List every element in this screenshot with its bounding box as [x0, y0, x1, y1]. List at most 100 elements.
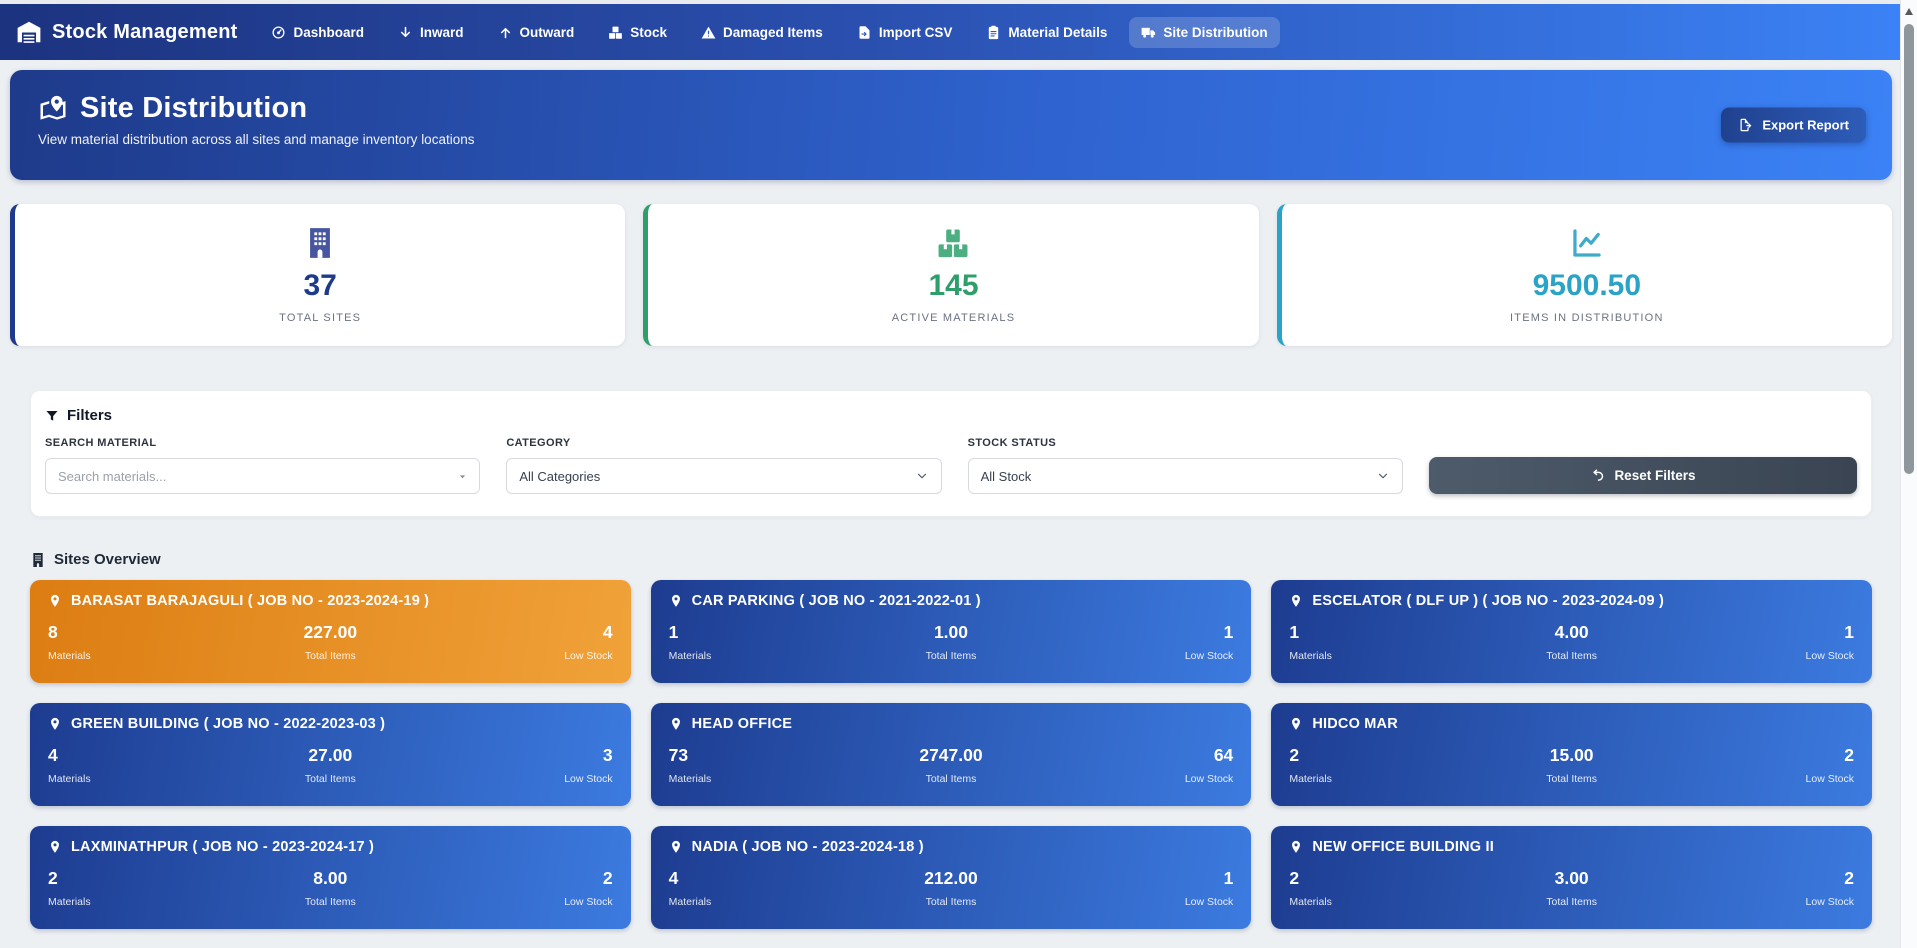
site-stat-label: Total Items: [189, 773, 471, 785]
nav-item-label: Stock: [630, 25, 667, 40]
truck-icon: [1141, 25, 1156, 40]
site-stat-total: 8.00Total Items: [189, 868, 471, 908]
site-card-nadia-job-no-2023-2024-18[interactable]: NADIA ( JOB NO - 2023-2024-18 )4Material…: [651, 826, 1252, 929]
site-stat-low: 64Low Stock: [1092, 745, 1233, 785]
site-stat-label: Materials: [669, 773, 810, 785]
site-title: HEAD OFFICE: [669, 716, 1234, 732]
site-stat-materials: 2Materials: [1289, 745, 1430, 785]
site-card-green-building-job-no-2022-2023-03[interactable]: GREEN BUILDING ( JOB NO - 2022-2023-03 )…: [30, 703, 631, 806]
site-stat-value: 8.00: [189, 868, 471, 889]
site-card-hidco-mar[interactable]: HIDCO MAR2Materials15.00Total Items2Low …: [1271, 703, 1872, 806]
site-stat-materials: 1 Materials: [1289, 622, 1430, 662]
site-stat-label: Materials: [1289, 650, 1430, 662]
stats-row: 37TOTAL SITES145ACTIVE MATERIALS9500.50I…: [10, 204, 1892, 346]
search-material-combobox[interactable]: [45, 458, 480, 494]
nav-item-stock[interactable]: Stock: [596, 17, 679, 48]
location-pin-icon: [48, 594, 62, 608]
site-stat-value: 4: [471, 622, 612, 643]
site-stat-label: Total Items: [810, 896, 1092, 908]
site-stat-low: 1Low Stock: [1092, 868, 1233, 908]
site-stat-value: 3: [471, 745, 612, 766]
site-stat-value: 8: [48, 622, 189, 643]
export-report-button[interactable]: Export Report: [1721, 108, 1866, 143]
location-pin-icon: [669, 594, 683, 608]
site-card-barasat-barajaguli-job-no-2023-2024-19[interactable]: BARASAT BARAJAGULI ( JOB NO - 2023-2024-…: [30, 580, 631, 683]
chevron-down-icon: [915, 469, 929, 483]
site-stat-value: 2: [1289, 745, 1430, 766]
nav-item-label: Inward: [420, 25, 464, 40]
search-material-label: SEARCH MATERIAL: [45, 437, 480, 449]
site-stat-value: 227.00: [189, 622, 471, 643]
site-stat-value: 4: [669, 868, 810, 889]
site-stats: 73Materials2747.00Total Items64Low Stock: [669, 745, 1234, 785]
site-stat-label: Total Items: [1430, 650, 1712, 662]
site-card-escelator-dlf-up-job-no-2023-2024-09[interactable]: ESCELATOR ( DLF UP ) ( JOB NO - 2023-202…: [1271, 580, 1872, 683]
warehouse-icon: [16, 19, 42, 45]
filters-panel: Filters SEARCH MATERIAL CATEGORY All Cat…: [30, 390, 1872, 517]
nav-item-label: Damaged Items: [723, 25, 823, 40]
scrollbar[interactable]: [1900, 0, 1917, 948]
stock-status-select[interactable]: All Stock: [968, 458, 1403, 494]
site-stat-label: Materials: [48, 650, 189, 662]
stat-card-total-sites: 37TOTAL SITES: [10, 204, 625, 346]
site-stat-materials: 2Materials: [1289, 868, 1430, 908]
site-stat-materials: 1Materials: [669, 622, 810, 662]
site-stat-value: 1: [1289, 622, 1430, 643]
nav-item-import-csv[interactable]: Import CSV: [845, 17, 965, 48]
stat-label: ACTIVE MATERIALS: [892, 312, 1016, 324]
site-name: NADIA ( JOB NO - 2023-2024-18 ): [692, 839, 924, 855]
stat-label: TOTAL SITES: [279, 312, 361, 324]
building-icon: [30, 552, 46, 568]
site-title: GREEN BUILDING ( JOB NO - 2022-2023-03 ): [48, 716, 613, 732]
reset-filters-button[interactable]: Reset Filters: [1429, 457, 1857, 494]
site-stat-value: 212.00: [810, 868, 1092, 889]
search-material-field: SEARCH MATERIAL: [45, 437, 480, 494]
site-name: LAXMINATHPUR ( JOB NO - 2023-2024-17 ): [71, 839, 374, 855]
category-select[interactable]: All Categories: [506, 458, 941, 494]
nav-item-outward[interactable]: Outward: [486, 17, 587, 48]
site-card-new-office-building-ii[interactable]: NEW OFFICE BUILDING II2Materials3.00Tota…: [1271, 826, 1872, 929]
site-card-car-parking-job-no-2021-2022-01[interactable]: CAR PARKING ( JOB NO - 2021-2022-01 )1Ma…: [651, 580, 1252, 683]
reset-filters-label: Reset Filters: [1614, 468, 1695, 483]
location-pin-icon: [48, 840, 62, 854]
building-icon: [303, 226, 337, 260]
site-card-laxminathpur-job-no-2023-2024-17[interactable]: LAXMINATHPUR ( JOB NO - 2023-2024-17 )2M…: [30, 826, 631, 929]
search-input[interactable]: [58, 469, 458, 484]
site-stat-materials: 4Materials: [48, 745, 189, 785]
site-stat-label: Total Items: [1430, 773, 1712, 785]
nav-item-label: Material Details: [1008, 25, 1107, 40]
site-stats: 1Materials1.00Total Items1Low Stock: [669, 622, 1234, 662]
chevron-down-icon: [1376, 469, 1390, 483]
nav-item-material-details[interactable]: Material Details: [974, 17, 1119, 48]
site-name: BARASAT BARAJAGULI ( JOB NO - 2023-2024-…: [71, 593, 429, 609]
location-pin-icon: [1289, 594, 1303, 608]
stat-card-active-materials: 145ACTIVE MATERIALS: [643, 204, 1258, 346]
nav-item-dashboard[interactable]: Dashboard: [259, 17, 376, 48]
boxes-icon: [608, 25, 623, 40]
location-pin-icon: [1289, 840, 1303, 854]
site-stat-label: Low Stock: [1713, 896, 1854, 908]
site-stat-label: Total Items: [1430, 896, 1712, 908]
site-stat-label: Materials: [48, 773, 189, 785]
sites-overview-section: Sites Overview BARASAT BARAJAGULI ( JOB …: [30, 551, 1872, 929]
site-card-head-office[interactable]: HEAD OFFICE 73Materials2747.00Total Items…: [651, 703, 1252, 806]
site-stat-value: 4.00: [1430, 622, 1712, 643]
location-pin-icon: [669, 717, 683, 731]
stock-status-label: STOCK STATUS: [968, 437, 1403, 449]
site-stat-low: 1Low Stock: [1092, 622, 1233, 662]
main-content: Site Distribution View material distribu…: [0, 60, 1900, 948]
nav-item-damaged-items[interactable]: Damaged Items: [689, 17, 835, 48]
site-stat-label: Low Stock: [1713, 650, 1854, 662]
scrollbar-up-arrow[interactable]: [1905, 8, 1913, 15]
site-stat-value: 2747.00: [810, 745, 1092, 766]
site-stat-value: 27.00: [189, 745, 471, 766]
category-label: CATEGORY: [506, 437, 941, 449]
site-stats: 8Materials227.00Total Items4Low Stock: [48, 622, 613, 662]
brand[interactable]: Stock Management: [16, 19, 237, 45]
nav-item-inward[interactable]: Inward: [386, 17, 476, 48]
scrollbar-thumb[interactable]: [1904, 24, 1914, 474]
site-stat-label: Low Stock: [1092, 773, 1233, 785]
nav-item-label: Import CSV: [879, 25, 953, 40]
page-title: Site Distribution: [80, 92, 307, 125]
nav-item-site-distribution[interactable]: Site Distribution: [1129, 17, 1279, 48]
